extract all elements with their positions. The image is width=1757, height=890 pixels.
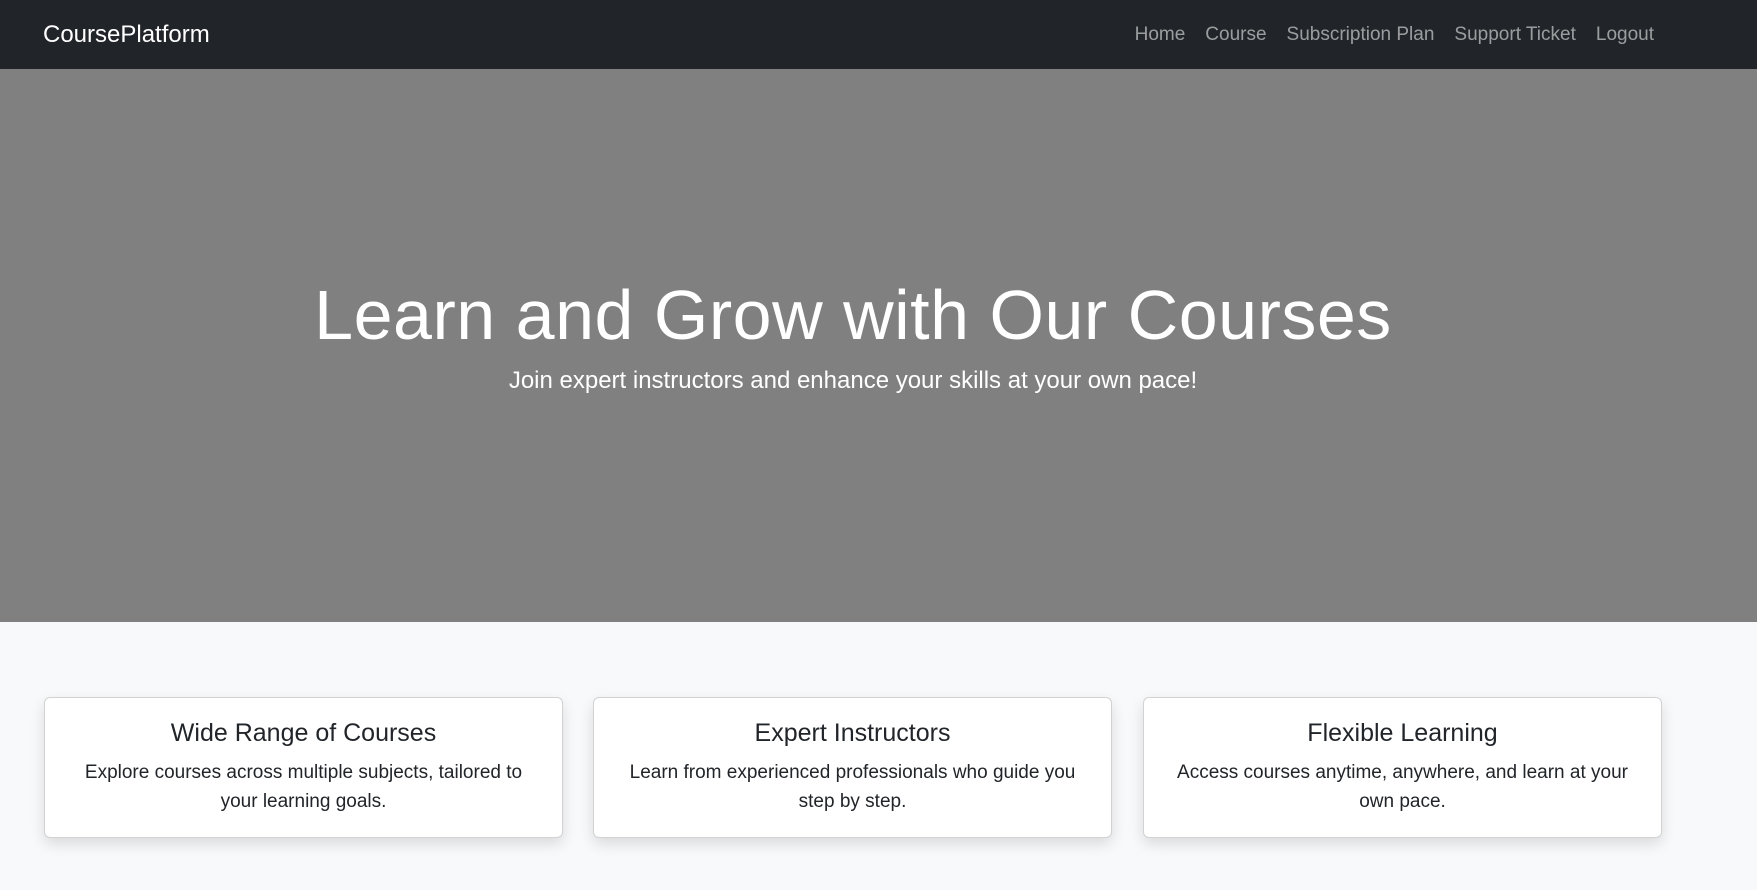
feature-card-flexible: Flexible Learning Access courses anytime… xyxy=(1143,697,1662,838)
feature-card-title: Expert Instructors xyxy=(754,719,951,747)
nav-link-subscription-plan[interactable]: Subscription Plan xyxy=(1277,0,1445,69)
feature-card-text: Learn from experienced professionals who… xyxy=(629,762,1076,813)
brand-logo-link[interactable]: CoursePlatform xyxy=(43,0,210,69)
top-navbar: CoursePlatform Home Course Subscription … xyxy=(0,0,1757,69)
nav-link-course[interactable]: Course xyxy=(1195,0,1276,69)
nav-link-logout[interactable]: Logout xyxy=(1586,0,1654,69)
hero-banner: Learn and Grow with Our Courses Join exp… xyxy=(0,69,1757,622)
feature-card-text: Access courses anytime, anywhere, and le… xyxy=(1177,762,1628,813)
nav-link-support-ticket[interactable]: Support Ticket xyxy=(1444,0,1585,69)
feature-card-text: Explore courses across multiple subjects… xyxy=(84,762,523,813)
nav-links: Home Course Subscription Plan Support Ti… xyxy=(1125,0,1654,69)
feature-card-title: Flexible Learning xyxy=(1307,719,1498,747)
feature-card-courses: Wide Range of Courses Explore courses ac… xyxy=(44,697,563,838)
feature-card-title: Wide Range of Courses xyxy=(170,719,437,747)
nav-link-home[interactable]: Home xyxy=(1125,0,1196,69)
hero-subtitle: Join expert instructors and enhance your… xyxy=(508,367,1198,394)
hero-title: Learn and Grow with Our Courses xyxy=(314,276,1392,354)
feature-card-instructors: Expert Instructors Learn from experience… xyxy=(593,697,1112,838)
features-section: Wide Range of Courses Explore courses ac… xyxy=(0,622,1757,890)
